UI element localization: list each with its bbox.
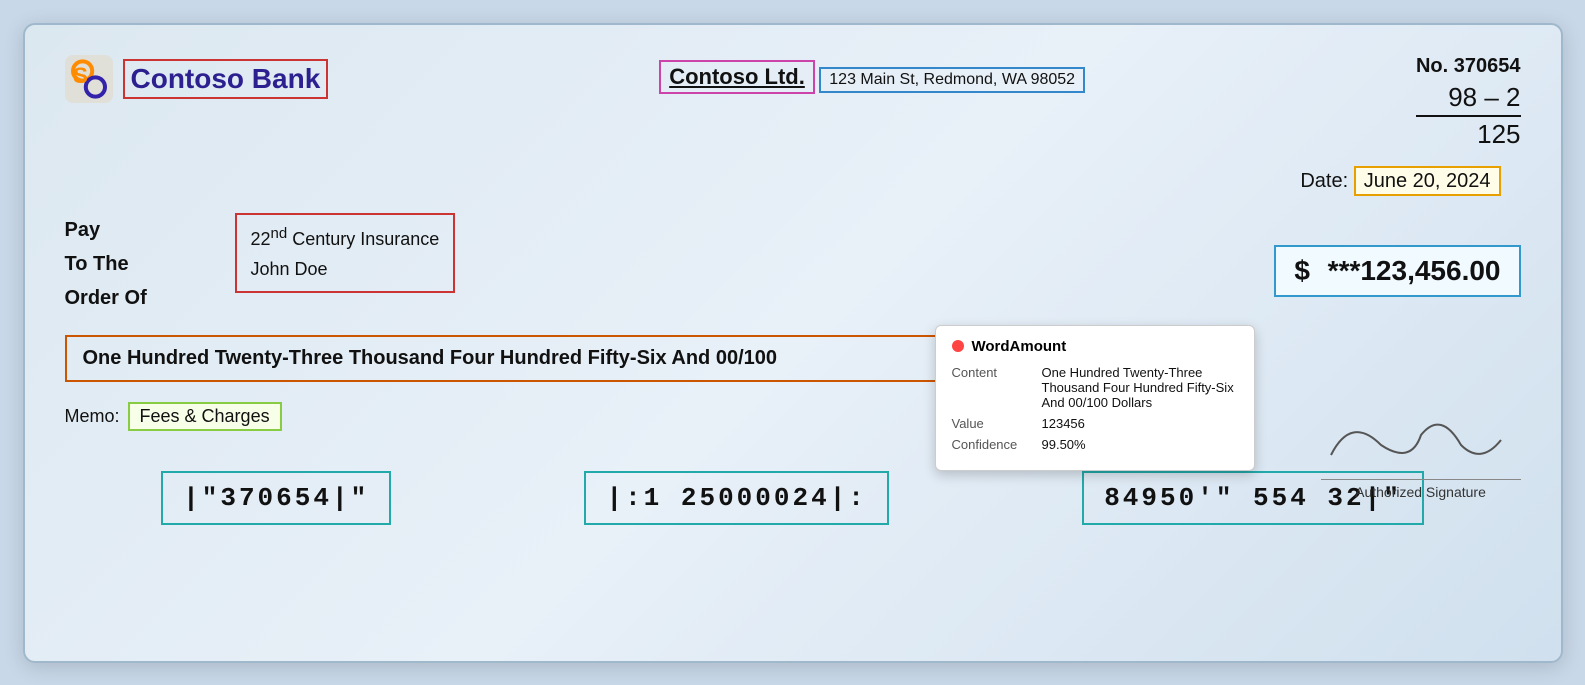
company-address: 123 Main St, Redmond, WA 98052 bbox=[819, 67, 1085, 93]
check-no-label: No. bbox=[1416, 55, 1448, 77]
tooltip-value-value: 123456 bbox=[1042, 416, 1085, 431]
payee-line2: John Doe bbox=[251, 254, 440, 285]
tooltip-table: Content One Hundred Twenty-Three Thousan… bbox=[952, 365, 1238, 452]
header-row: S Contoso Bank Contoso Ltd. 123 Main St,… bbox=[65, 55, 1521, 150]
date-value: June 20, 2024 bbox=[1354, 166, 1501, 196]
check-number-section: No. 370654 98 – 2 125 bbox=[1416, 55, 1521, 150]
amount-box: $ ***123,456.00 bbox=[1274, 245, 1520, 297]
memo-row: Memo: Fees & Charges bbox=[65, 402, 1521, 431]
tooltip-dot-icon bbox=[952, 340, 964, 352]
tooltip-content-label: Content bbox=[952, 365, 1032, 410]
signature-image bbox=[1321, 405, 1521, 480]
micr-row: |"370654|" |:1 25000024|: 84950'" 554 32… bbox=[65, 461, 1521, 525]
date-row: Date: June 20, 2024 bbox=[65, 170, 1501, 193]
signature-section: Authorized Signature bbox=[1321, 405, 1521, 500]
tooltip-content-value: One Hundred Twenty-Three Thousand Four H… bbox=[1042, 365, 1238, 410]
payee-line1: 22nd Century Insurance bbox=[251, 221, 440, 255]
memo-value: Fees & Charges bbox=[128, 402, 282, 431]
tooltip-value-label: Value bbox=[952, 416, 1032, 431]
word-amount-tooltip: WordAmount Content One Hundred Twenty-Th… bbox=[935, 325, 1255, 471]
micr-account-text: |:1 25000024|: bbox=[606, 483, 866, 513]
svg-text:S: S bbox=[73, 63, 88, 88]
check-document: S Contoso Bank Contoso Ltd. 123 Main St,… bbox=[23, 23, 1563, 663]
fraction-denominator: 125 bbox=[1416, 119, 1521, 150]
pay-label-line2: To The bbox=[65, 247, 225, 281]
signature-label: Authorized Signature bbox=[1321, 484, 1521, 500]
signature-svg bbox=[1321, 405, 1521, 465]
word-amount-box: One Hundred Twenty-Three Thousand Four H… bbox=[65, 335, 965, 382]
micr-routing-text: |"370654|" bbox=[183, 483, 369, 513]
tooltip-confidence-label: Confidence bbox=[952, 437, 1032, 452]
fraction-numerator: 98 – 2 bbox=[1416, 82, 1521, 117]
pay-label-line1: Pay bbox=[65, 213, 225, 247]
amount-dollar-sign: $ bbox=[1294, 255, 1310, 286]
payee-box: 22nd Century Insurance John Doe bbox=[235, 213, 456, 293]
pay-label-line3: Order Of bbox=[65, 281, 225, 315]
pay-label: Pay To The Order Of bbox=[65, 213, 225, 315]
tooltip-title: WordAmount bbox=[972, 338, 1067, 355]
company-info: Contoso Ltd. 123 Main St, Redmond, WA 98… bbox=[659, 60, 1085, 94]
bank-logo-icon: S bbox=[65, 55, 113, 103]
word-amount-text: One Hundred Twenty-Three Thousand Four H… bbox=[83, 347, 778, 369]
bank-logo: S Contoso Bank bbox=[65, 55, 329, 103]
micr-routing: |"370654|" bbox=[161, 471, 391, 525]
bank-name: Contoso Bank bbox=[123, 59, 329, 99]
tooltip-header: WordAmount bbox=[952, 338, 1238, 355]
check-fraction: 98 – 2 125 bbox=[1416, 82, 1521, 150]
check-no-value: 370654 bbox=[1454, 55, 1521, 77]
tooltip-content-row: Content One Hundred Twenty-Three Thousan… bbox=[952, 365, 1238, 410]
company-name: Contoso Ltd. bbox=[659, 60, 815, 94]
amount-section: $ ***123,456.00 bbox=[1274, 245, 1520, 297]
memo-label: Memo: bbox=[65, 406, 120, 427]
tooltip-confidence-row: Confidence 99.50% bbox=[952, 437, 1238, 452]
micr-account: |:1 25000024|: bbox=[584, 471, 888, 525]
date-label: Date: bbox=[1300, 170, 1348, 192]
tooltip-confidence-value: 99.50% bbox=[1042, 437, 1086, 452]
amount-value: ***123,456.00 bbox=[1328, 255, 1501, 286]
tooltip-value-row: Value 123456 bbox=[952, 416, 1238, 431]
check-no: No. 370654 bbox=[1416, 55, 1521, 78]
word-amount-row: One Hundred Twenty-Three Thousand Four H… bbox=[65, 335, 1521, 382]
